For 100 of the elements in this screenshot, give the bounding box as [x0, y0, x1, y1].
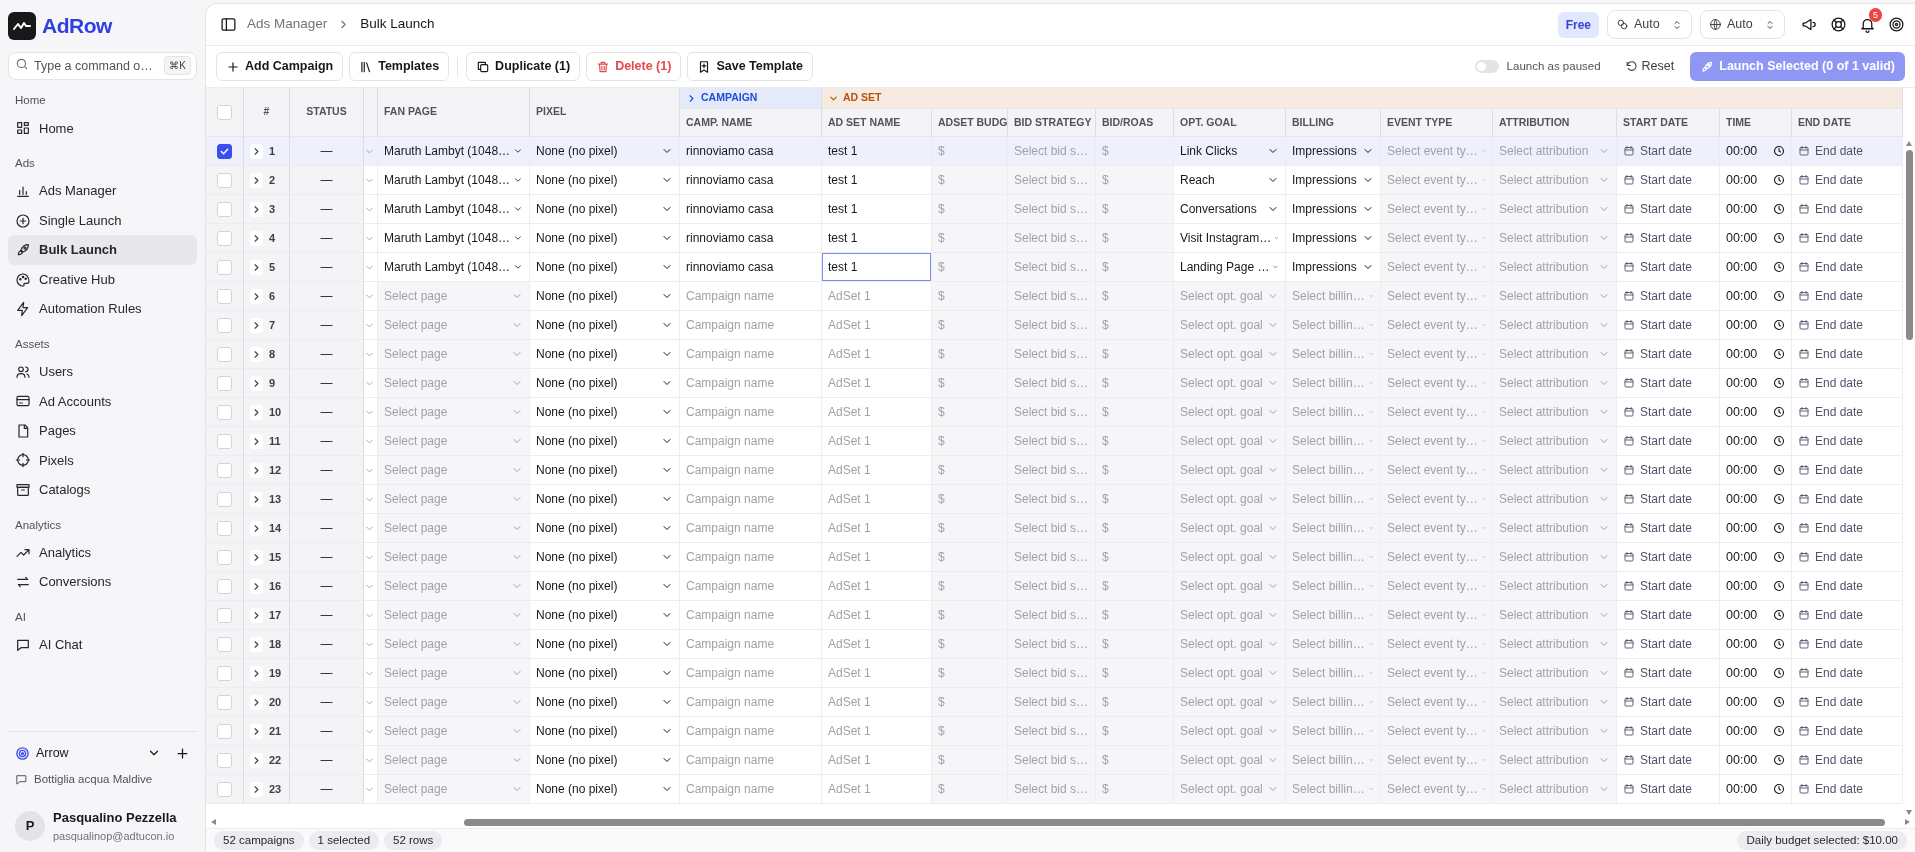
end-date-picker[interactable]: End date — [1798, 316, 1896, 334]
optimization-goal-select[interactable]: Reach — [1180, 171, 1279, 189]
ad-set-name-field[interactable]: AdSet 1 — [822, 369, 931, 397]
optimization-goal-select[interactable]: Conversations — [1180, 200, 1279, 218]
ad-set-name-field[interactable]: AdSet 1 — [822, 775, 931, 803]
campaign-name-field[interactable]: Campaign name — [680, 717, 821, 745]
pixel-select[interactable]: None (no pixel) — [536, 635, 673, 653]
optimization-goal-select[interactable]: Visit Instagram… — [1180, 229, 1279, 247]
end-date-picker[interactable]: End date — [1798, 606, 1896, 624]
time-picker[interactable]: 00:00 — [1726, 692, 1785, 712]
end-date-picker[interactable]: End date — [1798, 780, 1896, 798]
pixel-select[interactable]: None (no pixel) — [536, 606, 673, 624]
ad-set-name-field[interactable]: AdSet 1 — [822, 282, 931, 310]
time-picker[interactable]: 00:00 — [1726, 228, 1785, 248]
expand-button[interactable] — [250, 201, 263, 217]
expand-button[interactable] — [250, 520, 263, 536]
optimization-goal-select[interactable]: Landing Page … — [1180, 258, 1279, 276]
end-date-picker[interactable]: End date — [1798, 490, 1896, 508]
start-date-picker[interactable]: Start date — [1623, 751, 1713, 769]
scroll-left-arrow-icon[interactable] — [210, 818, 218, 826]
nav-item[interactable]: AI Chat — [8, 630, 197, 660]
pixel-select[interactable]: None (no pixel) — [536, 722, 673, 740]
scroll-up-arrow-icon[interactable] — [1905, 140, 1913, 148]
campaign-name-field[interactable]: rinnoviamo casa — [680, 137, 821, 165]
expand-button[interactable] — [250, 752, 263, 768]
scroll-right-arrow-icon[interactable] — [1903, 818, 1911, 826]
start-date-picker[interactable]: Start date — [1623, 345, 1713, 363]
time-picker[interactable]: 00:00 — [1726, 431, 1785, 451]
nav-item[interactable]: Catalogs — [8, 475, 197, 505]
region-select[interactable]: Auto — [1700, 10, 1785, 39]
ad-set-name-field[interactable]: test 1 — [822, 195, 931, 223]
nav-item[interactable]: Ad Accounts — [8, 386, 197, 416]
campaign-name-field[interactable]: Campaign name — [680, 340, 821, 368]
fan-page-select[interactable]: Maruth Lambyt (1048… — [384, 200, 523, 218]
end-date-picker[interactable]: End date — [1798, 171, 1896, 189]
campaign-name-field[interactable]: rinnoviamo casa — [680, 224, 821, 252]
start-date-picker[interactable]: Start date — [1623, 432, 1713, 450]
nav-item[interactable]: Pages — [8, 416, 197, 446]
nav-item[interactable]: Automation Rules — [8, 294, 197, 324]
pixel-select[interactable]: None (no pixel) — [536, 548, 673, 566]
add-campaign-button[interactable]: Add Campaign — [216, 52, 344, 81]
campaign-name-field[interactable]: Campaign name — [680, 543, 821, 571]
time-picker[interactable]: 00:00 — [1726, 286, 1785, 306]
campaign-name-field[interactable]: Campaign name — [680, 398, 821, 426]
start-date-picker[interactable]: Start date — [1623, 258, 1713, 276]
expand-button[interactable] — [250, 781, 263, 797]
start-date-picker[interactable]: Start date — [1623, 229, 1713, 247]
fan-page-select[interactable]: Maruth Lambyt (1048… — [384, 229, 523, 247]
end-date-picker[interactable]: End date — [1798, 200, 1896, 218]
expand-button[interactable] — [250, 723, 263, 739]
start-date-picker[interactable]: Start date — [1623, 577, 1713, 595]
campaign-name-field[interactable]: Campaign name — [680, 427, 821, 455]
start-date-picker[interactable]: Start date — [1623, 664, 1713, 682]
expand-button[interactable] — [250, 636, 263, 652]
campaign-name-field[interactable]: Campaign name — [680, 746, 821, 774]
row-checkbox[interactable] — [217, 143, 232, 159]
expand-button[interactable] — [250, 665, 263, 681]
start-date-picker[interactable]: Start date — [1623, 171, 1713, 189]
expand-button[interactable] — [250, 259, 263, 275]
billing-select[interactable]: Impressions — [1292, 258, 1374, 276]
campaign-name-field[interactable]: Campaign name — [680, 456, 821, 484]
start-date-picker[interactable]: Start date — [1623, 374, 1713, 392]
pixel-select[interactable]: None (no pixel) — [536, 751, 673, 769]
expand-button[interactable] — [250, 288, 263, 304]
reset-button[interactable]: Reset — [1616, 53, 1683, 80]
pixel-select[interactable]: None (no pixel) — [536, 461, 673, 479]
start-date-picker[interactable]: Start date — [1623, 722, 1713, 740]
toggle-switch[interactable] — [1474, 60, 1499, 73]
nav-item[interactable]: Conversions — [8, 567, 197, 597]
nav-item[interactable]: Users — [8, 357, 197, 387]
ad-set-name-field[interactable]: AdSet 1 — [822, 659, 931, 687]
time-picker[interactable]: 00:00 — [1726, 576, 1785, 596]
pixel-select[interactable]: None (no pixel) — [536, 664, 673, 682]
time-picker[interactable]: 00:00 — [1726, 257, 1785, 277]
expand-button[interactable] — [250, 549, 263, 565]
start-date-picker[interactable]: Start date — [1623, 606, 1713, 624]
ad-set-name-field[interactable]: AdSet 1 — [822, 485, 931, 513]
pixel-select[interactable]: None (no pixel) — [536, 171, 673, 189]
templates-button[interactable]: Templates — [349, 52, 450, 81]
column-group-header[interactable]: AD SET — [843, 91, 882, 104]
nav-item[interactable]: Bulk Launch — [8, 235, 197, 265]
scroll-down-arrow-icon[interactable] — [1905, 808, 1913, 816]
pixel-select[interactable]: None (no pixel) — [536, 229, 673, 247]
campaign-name-field[interactable]: Campaign name — [680, 572, 821, 600]
ad-set-name-field[interactable]: AdSet 1 — [822, 514, 931, 542]
campaign-name-field[interactable]: Campaign name — [680, 311, 821, 339]
end-date-picker[interactable]: End date — [1798, 345, 1896, 363]
time-picker[interactable]: 00:00 — [1726, 170, 1785, 190]
expand-button[interactable] — [250, 375, 263, 391]
end-date-picker[interactable]: End date — [1798, 432, 1896, 450]
ad-set-name-field[interactable]: AdSet 1 — [822, 572, 931, 600]
mode-select[interactable]: Auto — [1607, 10, 1692, 39]
end-date-picker[interactable]: End date — [1798, 751, 1896, 769]
end-date-picker[interactable]: End date — [1798, 722, 1896, 740]
nav-item[interactable]: Pixels — [8, 445, 197, 475]
scroll-thumb[interactable] — [1905, 150, 1913, 340]
campaign-name-field[interactable]: Campaign name — [680, 369, 821, 397]
start-date-picker[interactable]: Start date — [1623, 287, 1713, 305]
start-date-picker[interactable]: Start date — [1623, 490, 1713, 508]
fan-page-select[interactable]: Maruth Lambyt (1048… — [384, 171, 523, 189]
